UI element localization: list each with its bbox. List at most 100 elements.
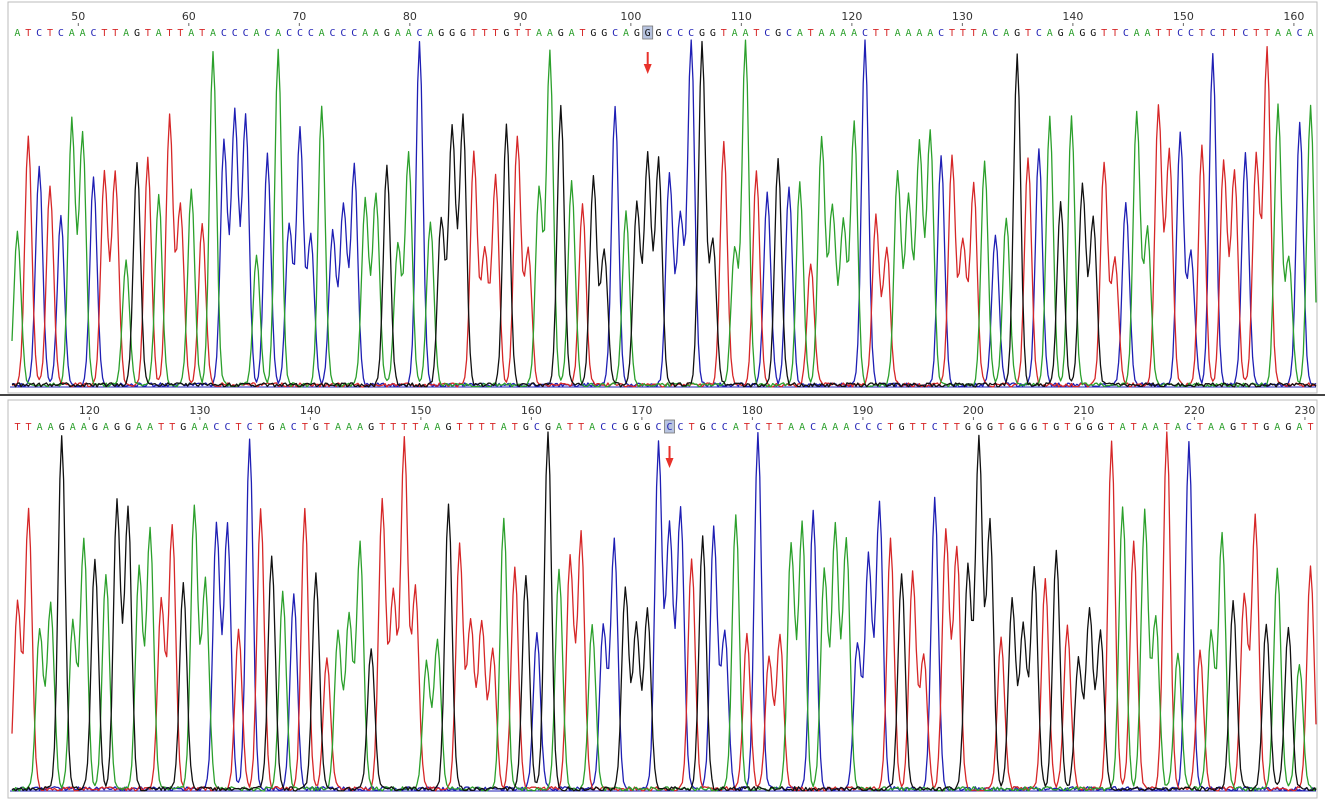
chromatogram: 50 60 70 80 90 100 110 120 130 140 150 160A T C T C A A C T… [0, 1, 1325, 799]
base-call-T: T [1042, 422, 1048, 433]
base-call-A: A [1274, 422, 1280, 433]
base-call-A: A [1175, 422, 1181, 433]
base-call-T: T [302, 422, 308, 433]
position-tick-label: 140 [1062, 10, 1083, 23]
base-call-G: G [180, 422, 186, 433]
base-call-G: G [1079, 28, 1085, 39]
base-call-A: A [927, 28, 933, 39]
base-call-A: A [1275, 28, 1281, 39]
base-call-C: C [666, 28, 672, 39]
base-call-C: C [854, 422, 860, 433]
base-call-A: A [123, 28, 129, 39]
base-call-A: A [821, 422, 827, 433]
base-call-C: C [600, 422, 606, 433]
base-call-C: C [612, 28, 618, 39]
base-call-A: A [1219, 422, 1225, 433]
base-call-G: G [1053, 422, 1059, 433]
base-call-T: T [514, 28, 520, 39]
trace-A [11, 504, 1317, 792]
base-call-G: G [601, 28, 607, 39]
position-tick-label: 190 [852, 404, 873, 417]
base-call-A: A [319, 28, 325, 39]
base-call-G: G [634, 28, 640, 39]
base-call-A: A [156, 28, 162, 39]
base-call-T: T [578, 422, 584, 433]
panel-frame [7, 399, 1318, 799]
base-call-T: T [169, 422, 175, 433]
base-call-A: A [797, 28, 803, 39]
base-call-C: C [1036, 28, 1042, 39]
base-call-A: A [829, 28, 835, 39]
base-call-C: C [992, 28, 998, 39]
base-call-T: T [1109, 422, 1115, 433]
base-call-G: G [503, 28, 509, 39]
base-call-G: G [445, 422, 451, 433]
base-call-G: G [92, 422, 98, 433]
base-call-T: T [884, 28, 890, 39]
base-call-A: A [136, 422, 142, 433]
base-call-C: C [213, 422, 219, 433]
base-call-G: G [1020, 422, 1026, 433]
base-call-G: G [384, 28, 390, 39]
base-call-T: T [482, 28, 488, 39]
base-call-T: T [888, 422, 894, 433]
base-call-G: G [710, 28, 716, 39]
base-call-A: A [547, 28, 553, 39]
position-tick-label: 150 [410, 404, 431, 417]
base-call-C: C [90, 28, 96, 39]
base-call-T: T [1252, 422, 1258, 433]
base-call-C: C [1123, 28, 1129, 39]
base-call-T: T [1221, 28, 1227, 39]
top-trace-panel: 50 60 70 80 90 100 110 120 130 140 150 160A T C T C A A C T… [7, 1, 1318, 394]
base-call-A: A [395, 28, 401, 39]
base-call-G: G [633, 422, 639, 433]
base-call-G: G [1075, 422, 1081, 433]
base-call-C: C [416, 28, 422, 39]
base-call-T: T [471, 28, 477, 39]
base-call-A: A [1286, 28, 1292, 39]
base-call-T: T [998, 422, 1004, 433]
position-tick-label: 160 [1283, 10, 1304, 23]
base-call-A: A [70, 422, 76, 433]
position-tick-label: 160 [521, 404, 542, 417]
base-call-A: A [501, 422, 507, 433]
base-call-G: G [1263, 422, 1269, 433]
base-call-A: A [1142, 422, 1148, 433]
base-call-T: T [777, 422, 783, 433]
base-call-C: C [221, 28, 227, 39]
bottom-trace-panel: 120 130 140 150 160 170 180 190 200 210 220 230T T A A… [7, 399, 1318, 799]
base-call-T: T [512, 422, 518, 433]
base-call-T: T [943, 422, 949, 433]
base-call-A: A [103, 422, 109, 433]
base-call-G: G [134, 28, 140, 39]
base-call-T: T [1264, 28, 1270, 39]
base-call-C: C [764, 28, 770, 39]
base-call-C: C [264, 28, 270, 39]
base-call-A: A [280, 422, 286, 433]
base-call-T: T [112, 28, 118, 39]
base-call-A: A [406, 28, 412, 39]
base-call-G: G [645, 28, 651, 39]
base-call-A: A [589, 422, 595, 433]
base-call-G: G [622, 422, 628, 433]
base-call-T: T [808, 28, 814, 39]
base-call-T: T [493, 28, 499, 39]
base-call-A: A [742, 28, 748, 39]
position-tick-label: 200 [963, 404, 984, 417]
position-tick-label: 110 [731, 10, 752, 23]
base-call-T: T [1231, 28, 1237, 39]
base-call-C: C [340, 28, 346, 39]
base-call-A: A [81, 422, 87, 433]
base-call-C: C [351, 28, 357, 39]
base-call-T: T [15, 422, 21, 433]
base-call-A: A [191, 422, 197, 433]
position-tick-label: 120 [841, 10, 862, 23]
base-call-G: G [523, 422, 529, 433]
base-call-T: T [145, 28, 151, 39]
position-tick-label: 120 [79, 404, 100, 417]
base-call-T: T [1241, 422, 1247, 433]
base-call-G: G [368, 422, 374, 433]
base-call-A: A [37, 422, 43, 433]
base-call-A: A [1296, 422, 1302, 433]
base-call-T: T [468, 422, 474, 433]
